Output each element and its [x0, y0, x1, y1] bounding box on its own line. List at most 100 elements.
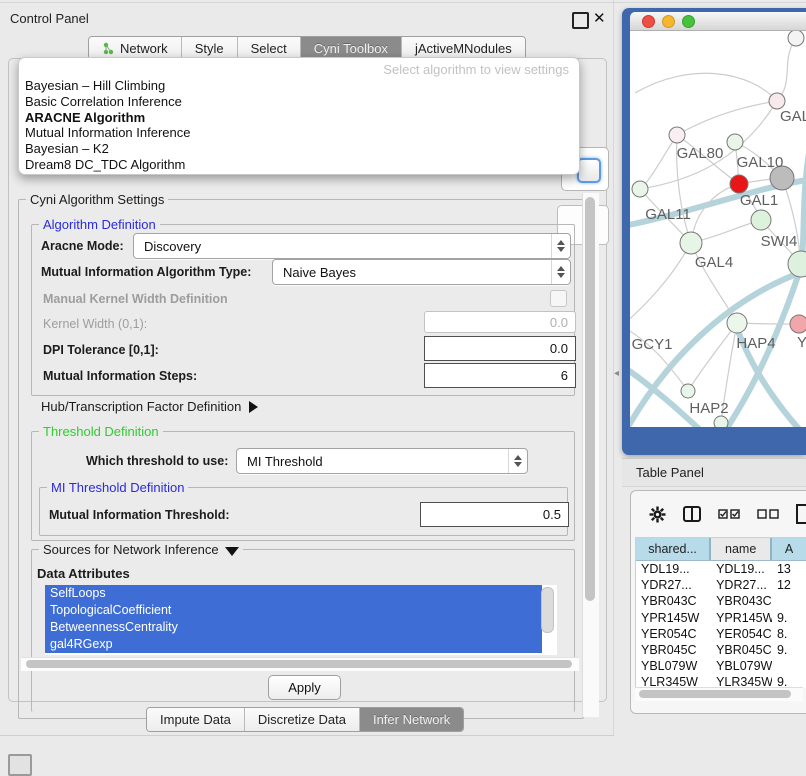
network-node-hap2[interactable] [681, 384, 695, 398]
table-cell: 9. [772, 610, 806, 626]
hub-definition-toggle[interactable]: Hub/Transcription Factor Definition [41, 399, 258, 414]
network-node[interactable] [714, 416, 728, 427]
table-row[interactable]: YBL079WYBL079W [636, 658, 806, 674]
panel-divider-handle[interactable]: ◂ [614, 368, 619, 379]
network-node-hap4[interactable] [727, 313, 747, 333]
network-node-gal10[interactable] [727, 134, 743, 150]
window-zoom-icon[interactable] [682, 15, 695, 28]
table-toolbar [631, 491, 806, 537]
network-window-titlebar[interactable] [630, 12, 806, 31]
function-builder-icon[interactable] [796, 504, 806, 524]
which-threshold-select[interactable]: MI Threshold [236, 448, 528, 474]
algorithm-option[interactable]: Bayesian – K2 [25, 141, 573, 157]
tab-label: Cyni Toolbox [314, 41, 388, 56]
cyni-bottom-tabbar: Impute Data Discretize Data Infer Network [146, 707, 464, 732]
collapse-down-icon [225, 547, 239, 556]
network-node-y[interactable] [790, 315, 806, 333]
network-node-gal80[interactable] [669, 127, 685, 143]
tab-jactivemnodules[interactable]: jActiveMNodules [402, 37, 525, 59]
algorithm-option[interactable]: Bayesian – Hill Climbing [25, 78, 573, 94]
column-header-name[interactable]: name [711, 538, 772, 560]
attribute-list-item[interactable]: gal4RGexp [45, 636, 542, 653]
float-panel-icon[interactable] [572, 12, 589, 29]
tab-label: Discretize Data [258, 712, 346, 727]
mi-algorithm-type-label: Mutual Information Algorithm Type: [41, 265, 251, 279]
gear-icon[interactable] [649, 506, 666, 523]
dpi-tolerance-field[interactable]: 0.0 [424, 336, 576, 361]
table-cell: YDL19... [636, 561, 711, 577]
network-node-gal4[interactable] [680, 232, 702, 254]
algorithm-option[interactable]: Basic Correlation Inference [25, 94, 573, 110]
tab-select[interactable]: Select [238, 37, 301, 59]
mi-steps-field[interactable]: 6 [424, 363, 576, 388]
data-attributes-list[interactable]: SelfLoopsTopologicalCoefficientBetweenne… [45, 585, 557, 655]
table-cell: YBL079W [636, 658, 711, 674]
algorithm-option[interactable]: Dream8 DC_TDC Algorithm [25, 157, 573, 173]
table-row[interactable]: YBR045CYBR045C9. [636, 642, 806, 658]
table-cell: YER054C [636, 626, 711, 642]
apply-button[interactable]: Apply [268, 675, 341, 700]
tab-cyni-toolbox[interactable]: Cyni Toolbox [301, 37, 402, 59]
network-node-gal11[interactable] [632, 181, 648, 197]
close-panel-icon[interactable]: ✕ [593, 9, 606, 27]
tab-impute-data[interactable]: Impute Data [147, 708, 245, 731]
attribute-list-item[interactable]: TopologicalCoefficient [45, 602, 542, 619]
deselect-all-checkboxes-icon[interactable] [757, 509, 779, 519]
table-cell [772, 593, 806, 609]
tab-discretize-data[interactable]: Discretize Data [245, 708, 360, 731]
hidden-combobox-stepper[interactable] [577, 158, 601, 183]
column-header-shared[interactable]: shared... [636, 538, 711, 560]
table-row[interactable]: YPR145WYPR145W9. [636, 610, 806, 626]
table-row[interactable]: YLR345WYLR345W9. [636, 674, 806, 688]
tab-label: Style [195, 41, 224, 56]
table-row[interactable]: YBR043CYBR043C [636, 593, 806, 609]
node-table[interactable]: shared...nameA YDL19...YDL19...13YDR27..… [635, 537, 806, 688]
table-cell: YPR145W [711, 610, 772, 626]
table-hscrollbar-thumb[interactable] [639, 690, 791, 698]
node-label: SWI4 [761, 233, 798, 250]
window-close-icon[interactable] [642, 15, 655, 28]
tab-style[interactable]: Style [182, 37, 238, 59]
node-label: GCY1 [632, 336, 673, 353]
table-row[interactable]: YDR27...YDR27...12 [636, 577, 806, 593]
mi-threshold-label: Mutual Information Threshold: [49, 508, 230, 522]
aracne-mode-select[interactable]: Discovery [133, 233, 571, 259]
network-canvas[interactable]: GALGAL80GAL10GAL1GAL11SWI4GAL4GCY1HAP4YH… [630, 31, 806, 427]
mi-algorithm-type-select[interactable]: Naive Bayes [272, 259, 571, 285]
network-node-swi4[interactable] [751, 210, 771, 230]
table-cell: YDR27... [636, 577, 711, 593]
attribute-list-item[interactable]: SelfLoops [45, 585, 542, 602]
table-panel-header: Table Panel [622, 458, 806, 487]
manual-kernel-width-checkbox[interactable] [550, 290, 567, 307]
table-row[interactable]: YER054CYER054C8. [636, 626, 806, 642]
table-cell [772, 658, 806, 674]
aracne-mode-value: Discovery [134, 239, 551, 254]
settings-vscrollbar-thumb[interactable] [585, 197, 595, 601]
select-all-checkboxes-icon[interactable] [718, 509, 740, 519]
table-cell: 8. [772, 626, 806, 642]
tab-network[interactable]: Network [89, 37, 182, 59]
minimized-panel-icon[interactable] [8, 754, 32, 776]
node-label: GAL10 [737, 154, 784, 171]
tab-infer-network[interactable]: Infer Network [360, 708, 463, 731]
algorithm-dropdown-hint: Select algorithm to view settings [19, 62, 569, 77]
column-header-a[interactable]: A [772, 538, 806, 560]
mi-threshold-field[interactable]: 0.5 [420, 502, 569, 527]
algorithm-option[interactable]: Mutual Information Inference [25, 125, 573, 141]
settings-hscrollbar-thumb[interactable] [26, 660, 572, 668]
network-node[interactable] [788, 31, 804, 46]
attribute-list-item[interactable]: BetweennessCentrality [45, 619, 542, 636]
stepper-arrows-icon [508, 449, 527, 473]
network-node-gal1[interactable] [730, 175, 748, 193]
table-row[interactable]: YDL19...YDL19...13 [636, 561, 806, 577]
network-node-gal[interactable] [769, 93, 785, 109]
mi-threshold-definition-title: MI Threshold Definition [47, 480, 188, 495]
algorithm-option[interactable]: ARACNE Algorithm [25, 110, 573, 126]
attributes-list-scrollbar[interactable] [541, 587, 554, 633]
split-columns-icon[interactable] [683, 506, 701, 522]
kernel-width-field[interactable]: 0.0 [424, 311, 576, 333]
stepper-arrows-icon [551, 260, 570, 284]
table-cell: YLR345W [711, 674, 772, 688]
node-label: HAP2 [689, 400, 728, 417]
window-minimize-icon[interactable] [662, 15, 675, 28]
